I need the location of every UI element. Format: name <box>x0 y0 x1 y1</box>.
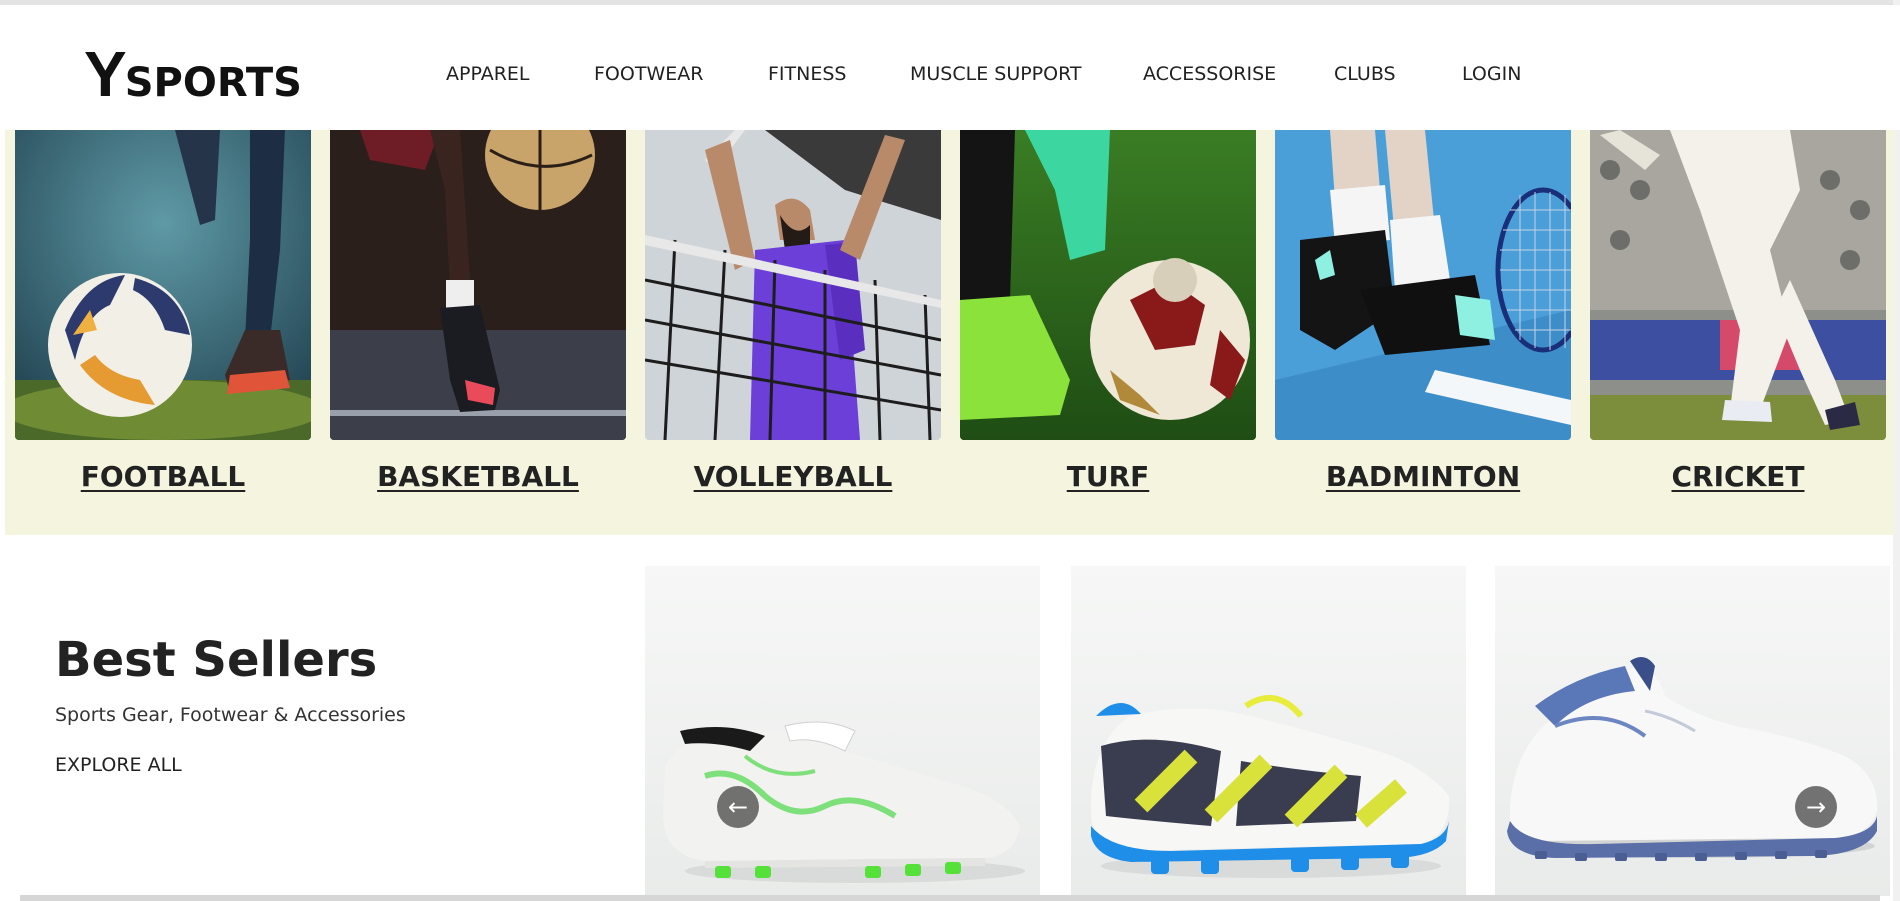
category-label-turf[interactable]: TURF <box>960 460 1256 493</box>
category-card-turf[interactable]: TURF <box>960 130 1256 493</box>
basketball-image[interactable] <box>330 130 626 440</box>
product-card-3[interactable]: → <box>1495 566 1890 896</box>
category-card-badminton[interactable]: BADMINTON <box>1275 130 1571 493</box>
nav-clubs[interactable]: CLUBS <box>1334 63 1396 85</box>
explore-all-link[interactable]: EXPLORE ALL <box>55 754 182 776</box>
volleyball-image[interactable] <box>645 130 941 440</box>
best-sellers-title: Best Sellers <box>55 632 378 688</box>
nav-accessorise[interactable]: ACCESSORISE <box>1143 63 1276 85</box>
category-label-football[interactable]: FOOTBALL <box>15 460 311 493</box>
category-label-cricket[interactable]: CRICKET <box>1590 460 1886 493</box>
site-header: Y SPORTS APPAREL FOOTWEAR FITNESS MUSCLE… <box>0 5 1900 130</box>
badminton-image[interactable] <box>1275 130 1571 440</box>
category-card-cricket[interactable]: CRICKET <box>1590 130 1886 493</box>
nav-muscle-support[interactable]: MUSCLE SUPPORT <box>910 63 1082 85</box>
product-card-1[interactable]: ← <box>645 566 1040 896</box>
cricket-image[interactable] <box>1590 130 1886 440</box>
product-image-2 <box>1091 695 1450 878</box>
category-card-football[interactable]: FOOTBALL <box>15 130 311 493</box>
category-label-basketball[interactable]: BASKETBALL <box>330 460 626 493</box>
product-card-2[interactable] <box>1071 566 1466 896</box>
football-image[interactable] <box>15 130 311 440</box>
nav-fitness[interactable]: FITNESS <box>768 63 846 85</box>
turf-image[interactable] <box>960 130 1256 440</box>
category-card-volleyball[interactable]: VOLLEYBALL <box>645 130 941 493</box>
category-card-basketball[interactable]: BASKETBALL <box>330 130 626 493</box>
product-image-1 <box>663 721 1025 883</box>
category-label-volleyball[interactable]: VOLLEYBALL <box>645 460 941 493</box>
arrow-left-icon[interactable]: ← <box>717 786 759 828</box>
category-section: FOOTBALL BASKETBALL VOLLEYBALL TURF BADM… <box>5 130 1895 535</box>
main-nav: APPAREL FOOTWEAR FITNESS MUSCLE SUPPORT … <box>0 63 1900 93</box>
best-sellers-subtitle: Sports Gear, Footwear & Accessories <box>55 704 406 726</box>
arrow-right-icon[interactable]: → <box>1795 786 1837 828</box>
nav-apparel[interactable]: APPAREL <box>446 63 530 85</box>
nav-login[interactable]: LOGIN <box>1462 63 1521 85</box>
horizontal-scrollbar[interactable] <box>20 895 1880 901</box>
category-label-badminton[interactable]: BADMINTON <box>1275 460 1571 493</box>
nav-footwear[interactable]: FOOTWEAR <box>594 63 703 85</box>
product-image-3 <box>1507 657 1878 861</box>
